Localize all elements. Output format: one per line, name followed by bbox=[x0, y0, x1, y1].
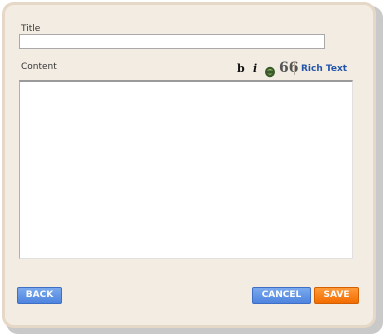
save-button[interactable]: SAVE bbox=[314, 287, 359, 304]
content-label: Content bbox=[21, 62, 57, 72]
content-textarea[interactable] bbox=[19, 80, 353, 259]
bold-button[interactable]: b bbox=[237, 62, 245, 75]
back-button[interactable]: BACK bbox=[17, 287, 62, 304]
title-input[interactable] bbox=[19, 34, 325, 49]
toolbar-divider bbox=[294, 62, 295, 75]
link-icon[interactable] bbox=[264, 63, 276, 78]
rich-text-link[interactable]: Rich Text bbox=[301, 64, 347, 75]
cancel-button[interactable]: CANCEL bbox=[252, 287, 311, 304]
italic-button[interactable]: i bbox=[253, 62, 257, 75]
quote-button[interactable]: 66 bbox=[279, 60, 298, 76]
